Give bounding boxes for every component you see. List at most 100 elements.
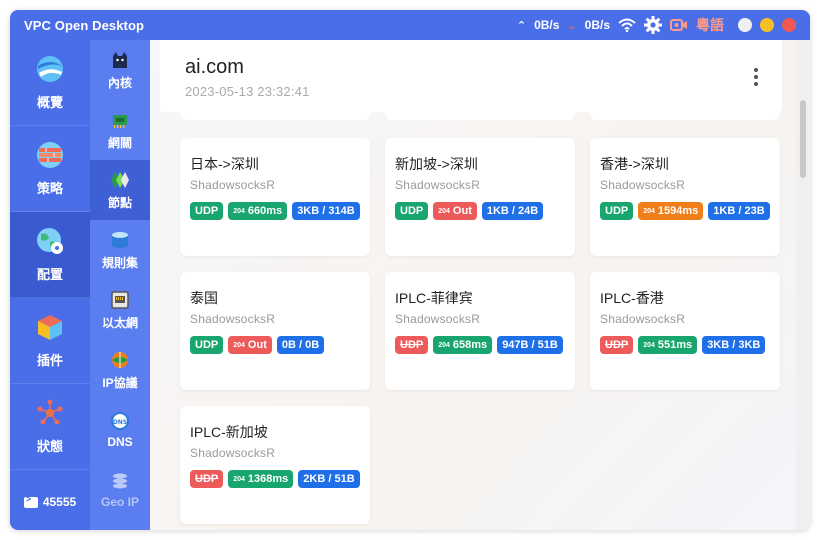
latency-code: 204: [233, 475, 245, 483]
traffic-badge: 0B / 0B: [276, 336, 325, 354]
sidebar-item-plugins[interactable]: 插件: [10, 298, 90, 384]
latency-badge[interactable]: 204 1594ms: [638, 202, 704, 220]
latency-badge[interactable]: 204 Out: [433, 202, 477, 220]
latency-badge[interactable]: 204 1368ms: [228, 470, 294, 488]
node-badges: UDP 204 658ms 947B / 51B: [395, 336, 573, 354]
node-protocol: ShadowsocksR: [190, 312, 276, 326]
language-toggle[interactable]: 粵語: [696, 15, 724, 35]
latency-value: 1594ms: [657, 205, 699, 217]
node-badges: UDP 204 1594ms 1KB / 23B: [600, 202, 778, 220]
latency-code: 204: [438, 341, 450, 349]
latency-code: 204: [233, 341, 245, 349]
minimize-button[interactable]: [738, 18, 752, 32]
subnav-item-rulesets[interactable]: 規則集: [90, 220, 150, 280]
sidebar-item-status[interactable]: 狀態: [10, 384, 90, 470]
udp-badge: UDP: [395, 202, 429, 220]
sidebar-item-overview[interactable]: 概覽: [10, 40, 90, 126]
node-badges: UDP 204 Out 1KB / 24B: [395, 202, 573, 220]
subnav-item-gateway[interactable]: 網關: [90, 100, 150, 160]
subnav-item-label: 內核: [107, 75, 132, 90]
more-options-button[interactable]: [754, 68, 758, 86]
traffic-badge: 1KB / 24B: [481, 202, 544, 220]
cat-icon: [113, 51, 127, 68]
maximize-button[interactable]: [760, 18, 774, 32]
download-speed: 0B/s: [584, 18, 610, 32]
app-title: VPC Open Desktop: [24, 17, 145, 33]
stack-icon: [113, 473, 127, 489]
node-card[interactable]: 泰国 ShadowsocksR UDP 204 Out 0B / 0B: [180, 272, 370, 390]
subnav-item-kernel[interactable]: 內核: [90, 40, 150, 100]
latency-code: 204: [643, 341, 655, 349]
more-dot-icon: [754, 68, 758, 72]
traffic-badge: 947B / 51B: [497, 336, 563, 354]
traffic-badge: 3KB / 314B: [292, 202, 360, 220]
sidebar-item-label: 狀態: [36, 439, 63, 454]
ethernet-icon: [111, 290, 129, 309]
subnav-item-dns[interactable]: DNS DNS: [90, 400, 150, 460]
latency-code: 204: [438, 207, 450, 215]
gear-icon[interactable]: [644, 16, 662, 34]
latency-badge[interactable]: 204 Out: [228, 336, 272, 354]
subnav-item-geoip[interactable]: Geo IP: [90, 460, 150, 520]
node-badges: UDP 204 551ms 3KB / 3KB: [600, 336, 778, 354]
title-bar: VPC Open Desktop ⌃ 0B/s ⌄ 0B/s 粵語: [10, 10, 810, 40]
subnav-item-ethernet[interactable]: 以太網: [90, 280, 150, 340]
scrollbar[interactable]: [796, 40, 810, 530]
node-name: 日本->深圳: [190, 156, 259, 172]
cube-icon: [38, 315, 62, 340]
latency-badge[interactable]: 204 658ms: [433, 336, 493, 354]
sidebar-item-config[interactable]: 配置: [10, 212, 90, 298]
node-name: 泰国: [190, 290, 218, 306]
app-window: VPC Open Desktop ⌃ 0B/s ⌄ 0B/s 粵語 概覽 策略 …: [10, 10, 810, 530]
subnav-item-label: 規則集: [101, 255, 138, 270]
video-camera-icon[interactable]: [670, 18, 688, 32]
node-card[interactable]: 日本->深圳 ShadowsocksR UDP 204 660ms 3KB / 3…: [180, 138, 370, 256]
traffic-badge: 2KB / 51B: [298, 470, 360, 488]
subnav-item-label: 節點: [107, 195, 132, 210]
scrollbar-thumb[interactable]: [800, 100, 806, 178]
partial-card-top: [385, 112, 575, 120]
udp-badge: UDP: [600, 202, 634, 220]
latency-badge[interactable]: 204 551ms: [638, 336, 698, 354]
traffic-badge: 3KB / 3KB: [702, 336, 766, 354]
latency-value: 551ms: [657, 339, 693, 351]
sidebar-item-label: 配置: [36, 267, 63, 282]
node-card[interactable]: IPLC-香港 ShadowsocksR UDP 204 551ms 3KB / …: [590, 272, 780, 390]
timestamp: 2023-05-13 23:32:41: [185, 84, 310, 99]
close-button[interactable]: [782, 18, 796, 32]
subnav-item-label: DNS: [107, 435, 133, 449]
latency-code: 204: [643, 207, 655, 215]
upload-arrow-icon: ⌃: [516, 19, 527, 32]
node-name: IPLC-菲律宾: [395, 290, 473, 306]
more-dot-icon: [754, 82, 758, 86]
more-dot-icon: [754, 75, 758, 79]
node-protocol: ShadowsocksR: [190, 446, 276, 460]
node-protocol: ShadowsocksR: [395, 312, 481, 326]
secondary-nav: 內核 網關 節點 規則集 以太網 IP協議 DNS DNS Geo IP: [90, 40, 150, 530]
udp-badge: UDP: [600, 336, 634, 354]
sidebar-item-policy[interactable]: 策略: [10, 126, 90, 212]
download-arrow-icon: ⌄: [567, 19, 577, 32]
node-card[interactable]: 香港->深圳 ShadowsocksR UDP 204 1594ms 1KB / …: [590, 138, 780, 256]
terminal-icon: [23, 494, 38, 508]
database-icon: [112, 231, 128, 248]
node-name: 新加坡->深圳: [395, 156, 478, 172]
node-protocol: ShadowsocksR: [190, 178, 276, 192]
node-card[interactable]: IPLC-新加坡 ShadowsocksR UDP 204 1368ms 2KB …: [180, 406, 370, 524]
latency-badge[interactable]: 204 660ms: [228, 202, 288, 220]
node-card[interactable]: IPLC-菲律宾 ShadowsocksR UDP 204 658ms 947B …: [385, 272, 575, 390]
node-card[interactable]: 新加坡->深圳 ShadowsocksR UDP 204 Out 1KB / 24…: [385, 138, 575, 256]
subnav-item-nodes[interactable]: 節點: [90, 160, 150, 220]
connection-count[interactable]: 45555: [10, 474, 90, 530]
node-badges: UDP 204 1368ms 2KB / 51B: [190, 470, 368, 488]
connection-count-value: 45555: [42, 495, 77, 509]
firewall-icon: [37, 142, 63, 168]
udp-badge: UDP: [190, 336, 224, 354]
latency-value: Out: [247, 339, 267, 351]
latency-code: 204: [233, 207, 245, 215]
udp-badge: UDP: [395, 336, 429, 354]
wifi-icon[interactable]: [618, 18, 636, 32]
network-status-icon: [37, 399, 63, 425]
upload-speed: 0B/s: [534, 18, 560, 32]
subnav-item-ip-protocol[interactable]: IP協議: [90, 340, 150, 400]
